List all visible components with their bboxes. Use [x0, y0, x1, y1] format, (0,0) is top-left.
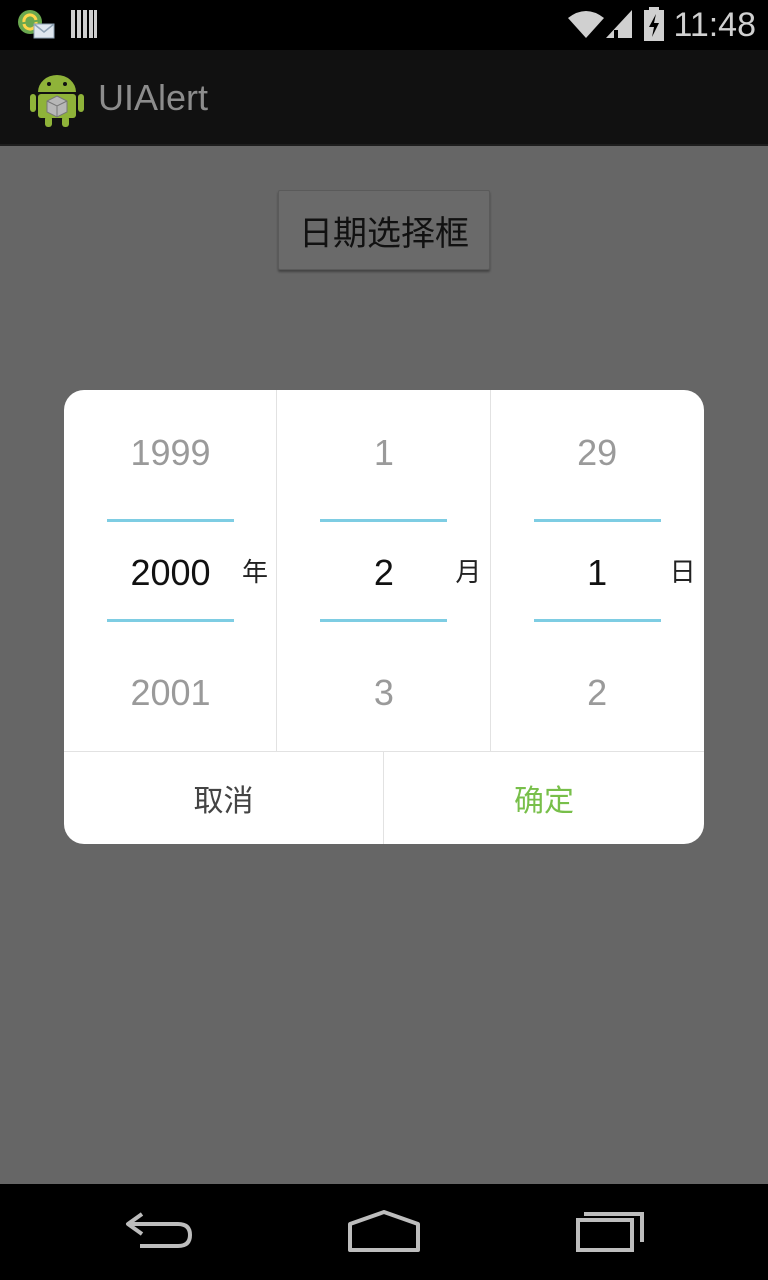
year-next[interactable]: 2001 — [107, 671, 234, 715]
app-title: UIAlert — [98, 77, 209, 118]
day-unit-label: 日 — [669, 558, 696, 588]
month-next[interactable]: 3 — [320, 671, 447, 715]
day-next[interactable]: 2 — [534, 671, 661, 715]
day-picker[interactable]: 29 1 2 日 — [491, 390, 704, 752]
sync-mail-notification-icon — [18, 10, 55, 39]
year-picker[interactable]: 1999 2000 2001 年 — [64, 390, 278, 752]
year-current[interactable]: 2000 — [107, 551, 234, 595]
month-prev[interactable]: 1 — [320, 431, 447, 475]
day-divider-top — [533, 519, 661, 522]
year-prev[interactable]: 1999 — [107, 431, 234, 475]
android-robot-icon — [30, 75, 84, 127]
cell-signal-icon — [606, 10, 632, 38]
wifi-icon — [568, 11, 604, 38]
picker-row: 1999 2000 2001 年 1 2 3 月 29 1 2 日 — [64, 390, 704, 752]
status-clock: 11:48 — [673, 6, 756, 44]
year-divider-bottom — [107, 619, 234, 622]
month-divider-bottom — [320, 619, 448, 622]
month-current[interactable]: 2 — [320, 551, 447, 595]
month-divider-top — [320, 519, 448, 522]
back-icon[interactable] — [120, 1204, 200, 1260]
day-wheel[interactable]: 29 1 2 — [533, 390, 661, 752]
month-unit-label: 月 — [455, 558, 482, 588]
home-icon[interactable] — [344, 1204, 424, 1260]
day-divider-bottom — [533, 619, 661, 622]
year-divider-top — [107, 519, 234, 522]
date-picker-button[interactable]: 日期选择框 — [278, 190, 490, 270]
year-unit-label: 年 — [242, 558, 269, 588]
status-bar: 11:48 — [0, 0, 768, 50]
cancel-button[interactable]: 取消 — [64, 752, 384, 844]
navigation-bar — [0, 1184, 768, 1280]
month-wheel[interactable]: 1 2 3 — [320, 390, 448, 752]
day-current[interactable]: 1 — [534, 551, 661, 595]
month-picker[interactable]: 1 2 3 月 — [277, 390, 491, 752]
day-prev[interactable]: 29 — [534, 431, 661, 475]
barcode-notification-icon — [71, 10, 97, 38]
date-picker-dialog: 1999 2000 2001 年 1 2 3 月 29 1 2 日 取消 确定 — [64, 390, 704, 844]
dialog-actions: 取消 确定 — [64, 751, 704, 844]
recent-apps-icon[interactable] — [570, 1204, 650, 1260]
confirm-button[interactable]: 确定 — [384, 752, 704, 844]
action-bar: UIAlert — [0, 50, 768, 146]
battery-charging-icon — [644, 7, 664, 41]
year-wheel[interactable]: 1999 2000 2001 — [107, 390, 234, 752]
